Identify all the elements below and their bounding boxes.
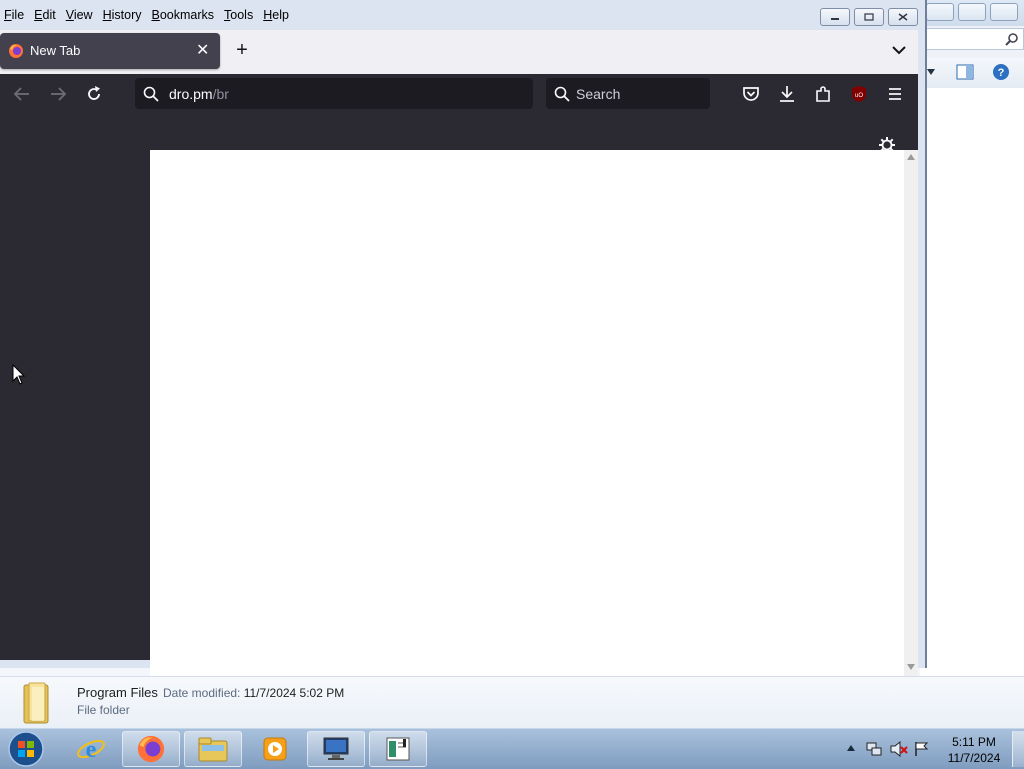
taskbar-notepad-button[interactable] <box>369 731 427 767</box>
scroll-down-icon[interactable] <box>907 664 915 670</box>
navigation-toolbar: dro.pm/br Search uO <box>0 74 918 114</box>
search-icon <box>143 86 159 102</box>
show-hidden-icons-icon[interactable] <box>846 744 856 752</box>
vertical-scrollbar[interactable] <box>904 150 918 676</box>
background-explorer-window: ? <box>920 0 1024 676</box>
explorer-close-button[interactable] <box>990 3 1018 21</box>
flag-icon[interactable] <box>914 741 930 757</box>
tab-close-button[interactable]: ✕ <box>196 40 209 60</box>
tab-title: New Tab <box>30 43 81 58</box>
svg-text:uO: uO <box>855 93 863 99</box>
start-orb-icon[interactable] <box>6 730 46 768</box>
mouse-cursor-icon <box>12 364 26 385</box>
tab-strip: New Tab ✕ + <box>0 30 918 74</box>
explorer-minimize-button[interactable] <box>926 3 954 21</box>
menu-edit[interactable]: Edit <box>34 8 56 22</box>
remote-desktop-icon <box>323 737 349 760</box>
selected-item-type: File folder <box>77 703 130 717</box>
taskbar-media-player-button[interactable] <box>246 731 304 767</box>
menu-bar: File Edit View History Bookmarks Tools H… <box>0 3 295 27</box>
minimize-button[interactable] <box>820 8 850 26</box>
folder-icon <box>23 682 49 724</box>
network-icon[interactable] <box>866 741 882 757</box>
taskbar-ie-button[interactable]: e <box>62 731 120 767</box>
restore-icon <box>864 13 874 21</box>
chevron-down-icon[interactable] <box>889 40 909 60</box>
show-desktop-button[interactable] <box>1012 731 1024 767</box>
media-player-icon <box>263 737 287 761</box>
url-bar[interactable]: dro.pm/br <box>135 78 533 109</box>
menu-icon[interactable] <box>885 84 905 104</box>
reload-icon[interactable] <box>84 84 104 104</box>
back-icon[interactable] <box>12 84 32 104</box>
firefox-icon <box>137 735 165 763</box>
taskbar-explorer-button[interactable] <box>184 731 242 767</box>
pocket-icon[interactable] <box>741 84 761 104</box>
system-clock[interactable]: 5:11 PM 11/7/2024 <box>938 734 1010 766</box>
menu-view[interactable]: View <box>66 8 93 22</box>
menu-tools[interactable]: Tools <box>224 8 253 22</box>
menu-file[interactable]: File <box>4 8 24 22</box>
explorer-toolbar: ? <box>920 58 1024 89</box>
download-icon[interactable] <box>777 84 797 104</box>
clock-date: 11/7/2024 <box>947 751 1001 765</box>
window-controls <box>820 8 918 26</box>
minimize-icon <box>831 18 839 20</box>
search-icon <box>1005 33 1018 46</box>
explorer-details-pane: Program Files Date modified: 11/7/2024 5… <box>0 676 1024 729</box>
ublock-icon[interactable]: uO <box>849 84 869 104</box>
close-icon <box>898 13 908 21</box>
explorer-content <box>920 88 1024 676</box>
close-button[interactable] <box>888 8 918 26</box>
new-tab-button[interactable]: + <box>232 40 252 60</box>
search-icon <box>554 86 570 102</box>
menu-history[interactable]: History <box>103 8 142 22</box>
explorer-search-input[interactable] <box>920 28 1024 50</box>
help-icon[interactable]: ? <box>992 63 1010 81</box>
taskbar-remote-desktop-button[interactable] <box>307 731 365 767</box>
tab-new-tab[interactable]: New Tab ✕ <box>0 33 220 69</box>
preview-pane-icon[interactable] <box>956 64 974 80</box>
search-bar[interactable]: Search <box>546 78 710 109</box>
firefox-icon <box>9 44 23 58</box>
chevron-down-icon[interactable] <box>926 68 936 76</box>
forward-icon[interactable] <box>48 84 68 104</box>
volume-mute-icon[interactable] <box>890 741 908 757</box>
taskbar: e 5:11 PM 11/7/2024 <box>0 728 1024 769</box>
svg-text:?: ? <box>998 67 1005 79</box>
menu-help[interactable]: Help <box>263 8 289 22</box>
notepad-icon <box>386 737 410 761</box>
ie-icon: e <box>77 737 105 763</box>
explorer-restore-button[interactable] <box>958 3 986 21</box>
svg-text:e: e <box>86 737 97 763</box>
selected-item-name: Program Files <box>77 685 158 700</box>
taskbar-firefox-button[interactable] <box>122 731 180 767</box>
explorer-icon <box>198 737 228 762</box>
menu-bookmarks[interactable]: Bookmarks <box>152 8 215 22</box>
url-text: dro.pm/br <box>169 86 229 102</box>
selected-item-modified: Date modified: 11/7/2024 5:02 PM <box>163 686 345 700</box>
clock-time: 5:11 PM <box>952 735 996 749</box>
scroll-up-icon[interactable] <box>907 154 915 160</box>
blank-panel <box>150 150 904 676</box>
search-placeholder: Search <box>576 86 621 102</box>
restore-button[interactable] <box>854 8 884 26</box>
extensions-icon[interactable] <box>813 84 833 104</box>
